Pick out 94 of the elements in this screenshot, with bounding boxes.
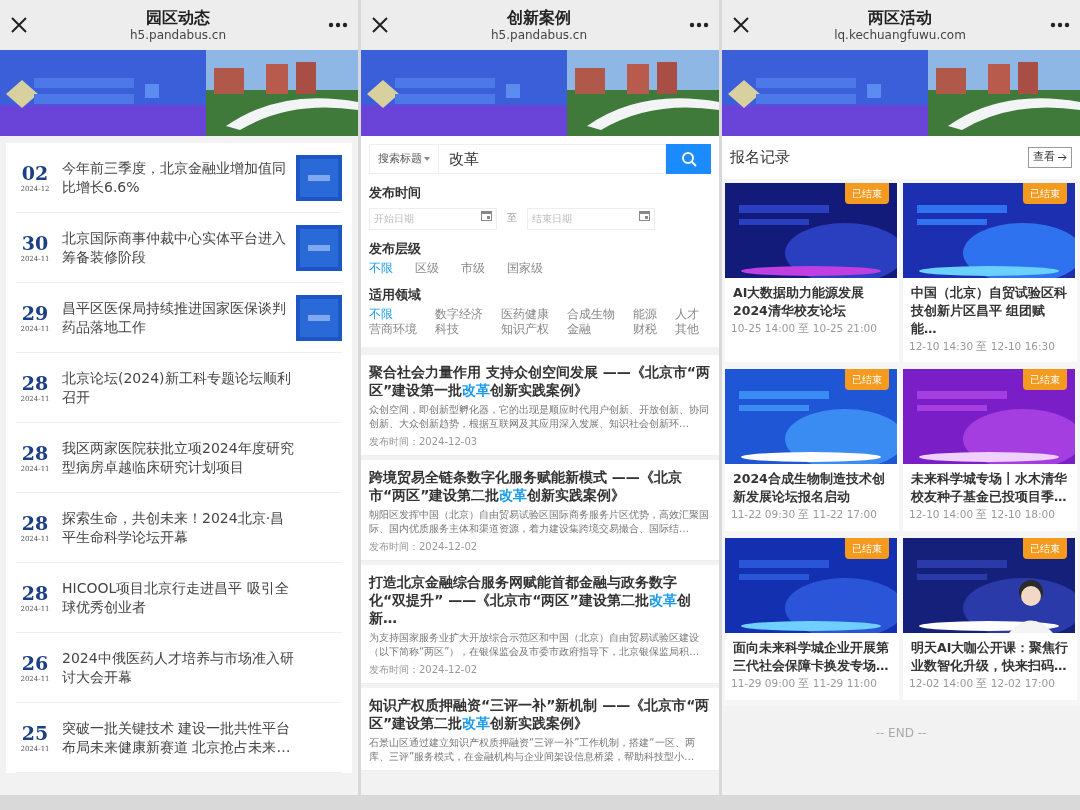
event-time: 12-10 14:30 至 12-10 16:30 bbox=[908, 338, 1056, 354]
event-card[interactable]: 已结束 2024合成生物制造技术创新发展论坛报名启动 11-22 09:30 至 11-22 17:00 bbox=[725, 369, 899, 531]
publish-date: 发布时间：2024-12-02 bbox=[369, 662, 479, 677]
event-title: 明天AI大咖公开课：聚焦行业数智化升级，快来扫码… bbox=[910, 639, 1070, 675]
status-badge: 已结束 bbox=[845, 369, 889, 391]
calendar-icon[interactable] bbox=[481, 210, 492, 221]
close-icon[interactable] bbox=[732, 16, 750, 34]
more-icon[interactable] bbox=[328, 22, 348, 28]
news-day: 29 bbox=[21, 301, 49, 324]
news-day: 28 bbox=[21, 371, 49, 394]
news-day: 02 bbox=[21, 161, 49, 184]
news-title[interactable]: HICOOL项目北京行走进昌平 吸引全球优秀创业者 bbox=[62, 578, 294, 617]
filter-option[interactable]: 营商环境 bbox=[369, 321, 417, 337]
filter-option[interactable]: 市级 bbox=[461, 260, 485, 276]
publish-date: 发布时间：2024-12-02 bbox=[369, 539, 479, 554]
filter-option[interactable]: 能源 bbox=[633, 306, 657, 322]
event-title: 未来科学城专场丨水木清华校友种子基金已投项目季… bbox=[910, 470, 1068, 507]
article-title[interactable]: 聚合社会力量作用 支持众创空间发展 ——《北京市“两区”建设第一批改革创新实践案例》 bbox=[369, 362, 711, 399]
date-separator: 至 bbox=[507, 210, 517, 225]
search-icon bbox=[680, 151, 697, 167]
filter-option[interactable]: 科技 bbox=[435, 321, 483, 337]
close-icon[interactable] bbox=[371, 16, 389, 34]
arrow-icon bbox=[1058, 153, 1067, 161]
page-url: h5.pandabus.cn bbox=[129, 27, 227, 43]
event-card[interactable]: 已结束 明天AI大咖公开课：聚焦行业数智化升级，快来扫码… 12-02 14:00 至 12-02 17:00 bbox=[903, 538, 1077, 700]
event-title: AI大数据助力能源发展 2024清华校友论坛 bbox=[732, 283, 866, 320]
news-title[interactable]: 北京论坛(2024)新工科专题论坛顺利召开 bbox=[62, 368, 294, 407]
more-icon[interactable] bbox=[689, 22, 709, 28]
event-card[interactable]: 已结束 未来科学城专场丨水木清华校友种子基金已投项目季… 12-10 14:00 至 12-10 18:00 bbox=[903, 369, 1077, 531]
event-time: 11-29 09:00 至 11-29 11:00 bbox=[730, 676, 878, 691]
event-card[interactable]: 已结束 AI大数据助力能源发展 2024清华校友论坛 10-25 14:00 至 10-25 21:00 bbox=[725, 182, 899, 363]
search-button[interactable] bbox=[666, 144, 711, 174]
page-url: h5.pandabus.cn bbox=[490, 27, 588, 43]
status-badge: 已结束 bbox=[1023, 182, 1067, 204]
filter-option[interactable]: 合成生物 bbox=[567, 306, 615, 322]
publish-date: 发布时间：2024-12-03 bbox=[369, 434, 479, 449]
article-summary: 众创空间，即创新型孵化器，它的出现是顺应时代用户创新、开放创新、协同创新、大众创新趋势，根据互联网及其应用深入发展、知识社会创新环… bbox=[369, 402, 710, 431]
filter-label: 适用领域 bbox=[369, 285, 422, 304]
status-badge: 已结束 bbox=[845, 538, 889, 559]
filter-option[interactable]: 数字经济 bbox=[435, 306, 483, 322]
news-day: 25 bbox=[21, 721, 49, 744]
filter-option[interactable]: 人才 bbox=[675, 306, 699, 322]
news-day: 30 bbox=[21, 231, 49, 254]
news-day: 26 bbox=[21, 651, 49, 674]
filter-label: 发布层级 bbox=[369, 239, 422, 258]
page-title: 园区动态 bbox=[146, 7, 210, 28]
status-badge: 已结束 bbox=[1023, 369, 1067, 391]
event-time: 12-10 14:00 至 12-10 18:00 bbox=[908, 507, 1056, 523]
search-field[interactable]: 改革 bbox=[439, 144, 666, 174]
news-title[interactable]: 昌平区医保局持续推进国家医保谈判药品落地工作 bbox=[62, 298, 288, 337]
calendar-icon[interactable] bbox=[639, 210, 650, 221]
filter-option[interactable]: 其他 bbox=[675, 321, 699, 337]
news-title[interactable]: 2024中俄医药人才培养与市场准入研讨大会开幕 bbox=[62, 648, 294, 687]
page-title: 创新案例 bbox=[507, 7, 571, 28]
status-badge: 已结束 bbox=[1023, 538, 1067, 559]
article-summary: 朝阳区发挥中国（北京）自由贸易试验区国际商务服务片区优势，高效汇聚国际、国内优质服务主体和渠道资源，着力建设集跨境交易撮合、国际结… bbox=[369, 507, 710, 536]
filter-option[interactable]: 医药健康 bbox=[501, 306, 549, 322]
filter-option[interactable]: 财税 bbox=[633, 321, 657, 337]
more-icon[interactable] bbox=[1050, 22, 1070, 28]
news-title[interactable]: 今年前三季度，北京金融业增加值同比增长6.6% bbox=[62, 158, 288, 197]
event-title: 2024合成生物制造技术创新发展论坛报名启动 bbox=[732, 470, 886, 507]
event-time: 11-22 09:30 至 11-22 17:00 bbox=[730, 507, 878, 523]
filter-option[interactable]: 知识产权 bbox=[501, 321, 549, 337]
status-badge: 已结束 bbox=[845, 182, 889, 204]
article-title[interactable]: 知识产权质押融资“三评一补”新机制 ——《北京市“两区”建设第二批改革创新实践案例》 bbox=[369, 695, 711, 732]
event-title: 中国（北京）自贸试验区科技创新片区昌平 组团赋能… bbox=[909, 283, 1068, 338]
event-time: 10-25 14:00 至 10-25 21:00 bbox=[730, 320, 878, 336]
filter-label: 发布时间 bbox=[369, 184, 422, 202]
news-title[interactable]: 我区两家医院获批立项2024年度研究型病房卓越临床研究计划项目 bbox=[62, 438, 294, 477]
news-day: 28 bbox=[21, 441, 49, 464]
view-button[interactable]: 查看 bbox=[1028, 147, 1072, 168]
caret-icon bbox=[424, 157, 430, 161]
close-icon[interactable] bbox=[10, 16, 28, 34]
filter-option[interactable]: 金融 bbox=[567, 321, 615, 337]
event-card[interactable]: 已结束 面向未来科学城企业开展第三代社会保障卡换发专场… 11-29 09:00 至 11-29 11:00 bbox=[725, 538, 899, 700]
event-title: 面向未来科学城企业开展第三代社会保障卡换发专场… bbox=[732, 639, 890, 675]
filter-option[interactable]: 区级 bbox=[415, 260, 439, 276]
scope-dropdown[interactable]: 搜索标题 bbox=[369, 144, 439, 174]
news-day: 28 bbox=[21, 511, 49, 534]
news-day: 28 bbox=[21, 581, 49, 604]
article-title[interactable]: 打造北京金融综合服务网赋能首都金融与政务数字化“双提升” ——《北京市“两区”建设第二批改革创新… bbox=[369, 572, 711, 627]
page-url: lq.kechuangfuwu.com bbox=[834, 27, 966, 43]
page-title: 两区活动 bbox=[868, 7, 932, 28]
news-title[interactable]: 探索生命，共创未来！2024北京·昌平生命科学论坛开幕 bbox=[62, 508, 294, 547]
article-title[interactable]: 跨境贸易全链条数字化服务赋能新模式 ——《北京市“两区”建设第二批改革创新实践案例》 bbox=[369, 467, 711, 504]
section-title: 报名记录 bbox=[730, 147, 790, 168]
article-summary: 为支持国家服务业扩大开放综合示范区和中国（北京）自由贸易试验区建设（以下简称“两区”），在银保监会及市委市政府指导下，北京银保监局积… bbox=[369, 630, 701, 659]
event-time: 12-02 14:00 至 12-02 17:00 bbox=[908, 676, 1056, 691]
news-title[interactable]: 突破一批关键技术 建设一批共性平台布局未来健康新赛道 北京抢占未来… bbox=[62, 718, 294, 757]
filter-option[interactable]: 国家级 bbox=[507, 260, 543, 276]
article-summary: 石景山区通过建立知识产权质押融资“三评一补”工作机制，搭建“一区、两库、三评”服务模式，在金融机构与企业间架设信息桥梁，帮助科技型小… bbox=[369, 735, 696, 764]
news-title[interactable]: 北京国际商事仲裁中心实体平台进入筹备装修阶段 bbox=[62, 228, 288, 267]
end-label: -- END -- bbox=[874, 724, 928, 742]
event-card[interactable]: 已结束 中国（北京）自贸试验区科技创新片区昌平 组团赋能… 12-10 14:30 至 12-10 16:30 bbox=[903, 182, 1077, 363]
